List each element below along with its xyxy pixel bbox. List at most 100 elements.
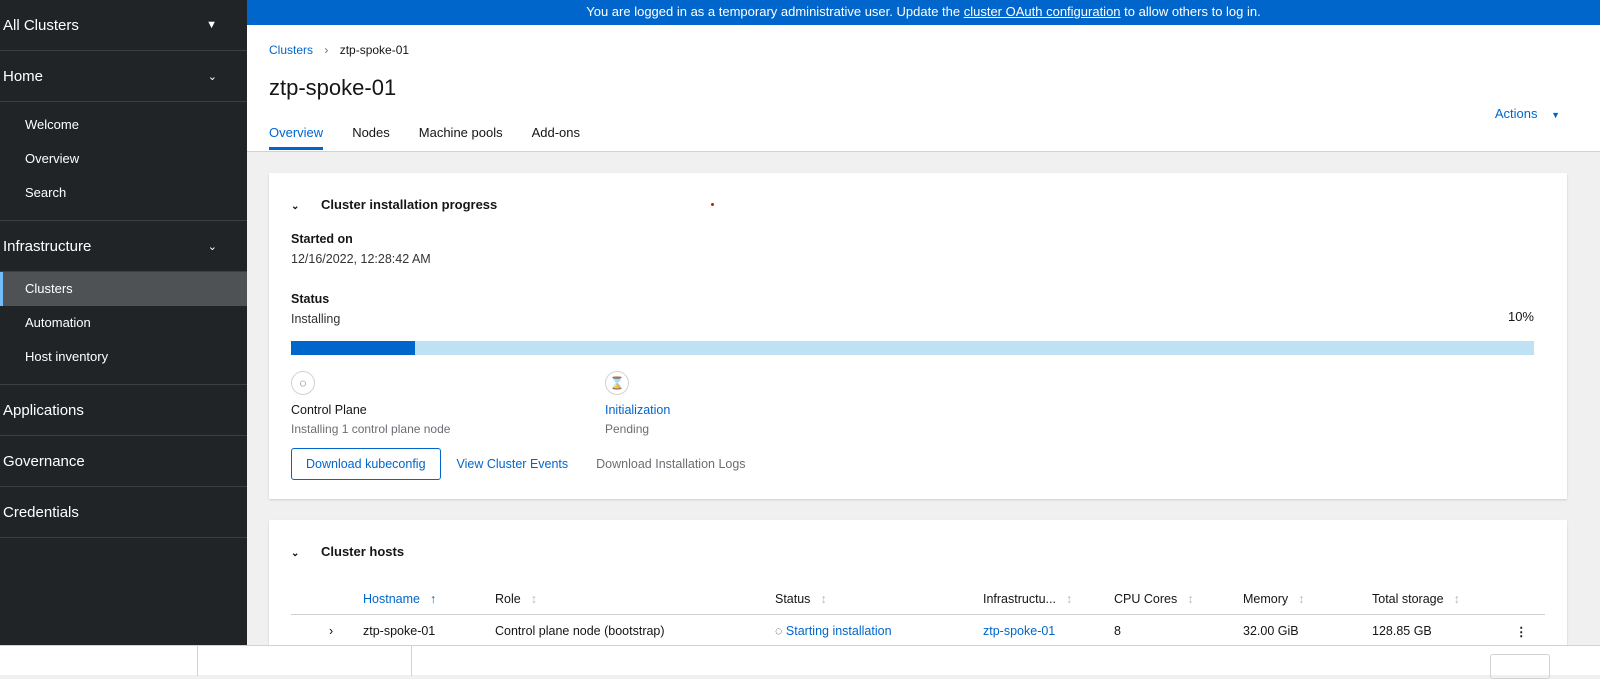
view-cluster-events-button[interactable]: View Cluster Events	[457, 457, 569, 471]
page-title: ztp-spoke-01	[269, 75, 397, 100]
breadcrumb-clusters[interactable]: Clusters	[269, 43, 313, 57]
sort-icon: ↕	[1065, 591, 1073, 606]
progress-percent: 10%	[1507, 309, 1534, 324]
step-control-plane: ◌ Control Plane Installing 1 control pla…	[291, 371, 450, 436]
started-label: Started on	[291, 232, 353, 246]
col-infrastructure[interactable]: Infrastructu... ↕	[983, 584, 1114, 615]
hosts-table: Hostname ↑ Role ↕ Status ↕ Infrastructu... ↕…	[291, 584, 1545, 648]
status-value: Installing	[291, 312, 341, 326]
cluster-hosts-card: ⌄ Cluster hosts Hostname ↑ Role ↕ Status ↕ I…	[269, 520, 1567, 660]
col-label: Memory	[1243, 591, 1289, 606]
col-cpu[interactable]: CPU Cores ↕	[1114, 584, 1243, 615]
caret-down-icon: ▼	[1551, 110, 1560, 120]
cell-storage: 128.85 GB	[1372, 624, 1432, 639]
breadcrumb: Clusters › ztp-spoke-01	[269, 43, 409, 57]
banner-text: to allow others to log in.	[1120, 4, 1261, 19]
hosts-toggle[interactable]: ⌄ Cluster hosts	[291, 544, 404, 559]
download-kubeconfig-button[interactable]: Download kubeconfig	[291, 448, 441, 480]
sidebar-section-governance[interactable]: Governance	[0, 436, 247, 487]
progress-bar-fill	[291, 341, 416, 355]
download-installation-logs-button[interactable]: Download Installation Logs	[596, 457, 745, 471]
cell-cpu: 8	[1114, 624, 1121, 639]
sidebar-section-applications[interactable]: Applications	[0, 385, 247, 436]
cluster-switcher[interactable]: All Clusters ▼	[0, 0, 247, 51]
sort-asc-icon: ↑	[429, 591, 437, 606]
divider	[197, 646, 198, 676]
col-label: CPU Cores	[1114, 591, 1178, 606]
cell-memory: 32.00 GiB	[1243, 624, 1299, 639]
step-name-link[interactable]: Initialization	[605, 403, 670, 417]
card-title: Cluster installation progress	[321, 197, 498, 212]
tab-machine-pools[interactable]: Machine pools	[419, 125, 503, 150]
divider	[411, 646, 412, 676]
col-status[interactable]: Status ↕	[775, 584, 983, 615]
section-label: Home	[3, 67, 44, 85]
oauth-config-link[interactable]: cluster OAuth configuration	[964, 4, 1121, 19]
chevron-down-icon: ⌄	[207, 70, 217, 83]
sidebar-section-home[interactable]: Home ⌄	[0, 51, 247, 102]
card-title: Cluster hosts	[321, 544, 405, 559]
in-progress-icon: ◌	[291, 371, 315, 395]
installation-progress-card: ⌄ Cluster installation progress Started o…	[269, 173, 1567, 499]
banner-text: You are logged in as a temporary adminis…	[586, 4, 964, 19]
progress-toggle[interactable]: ⌄ Cluster installation progress	[291, 197, 497, 212]
cell-role: Control plane node (bootstrap)	[495, 624, 665, 639]
kebab-menu-icon[interactable]: ⋮	[1515, 614, 1545, 648]
expand-row-icon[interactable]: ›	[291, 614, 363, 648]
marker-dot	[711, 203, 714, 206]
sidebar: All Clusters ▼ Home ⌄ Welcome Overview Sea…	[0, 0, 247, 645]
sidebar-item-welcome[interactable]: Welcome	[0, 108, 247, 142]
table-row: › ztp-spoke-01 Control plane node (boots…	[291, 614, 1545, 648]
chevron-down-icon: ⌄	[291, 548, 300, 559]
breadcrumb-separator-icon: ›	[324, 43, 329, 57]
sort-icon: ↕	[820, 591, 827, 606]
bottom-bar	[0, 645, 1600, 679]
tabs: Overview Nodes Machine pools Add-ons	[269, 125, 580, 150]
cell-infrastructure[interactable]: ztp-spoke-01	[983, 614, 1114, 648]
sidebar-item-host-inventory[interactable]: Host inventory	[0, 340, 247, 374]
cell-status[interactable]: ◌ Starting installation	[775, 614, 983, 648]
in-progress-icon: ◌	[775, 624, 786, 639]
col-label: Status	[775, 591, 811, 606]
col-label: Infrastructu...	[983, 591, 1056, 606]
cell-hostname: ztp-spoke-01	[363, 624, 436, 639]
sidebar-item-automation[interactable]: Automation	[0, 306, 247, 340]
col-role[interactable]: Role ↕	[495, 584, 775, 615]
col-label: Hostname	[363, 591, 420, 606]
col-label: Total storage	[1372, 591, 1444, 606]
col-hostname[interactable]: Hostname ↑	[363, 584, 495, 615]
started-value: 12/16/2022, 12:28:42 AM	[291, 252, 431, 266]
col-label: Role	[495, 591, 521, 606]
progress-bar	[291, 341, 1534, 355]
sort-icon: ↕	[1453, 591, 1460, 606]
sidebar-section-infrastructure[interactable]: Infrastructure ⌄	[0, 221, 247, 272]
section-label: Infrastructure	[3, 237, 92, 255]
actions-label: Actions	[1494, 106, 1538, 121]
status-label: Status	[291, 292, 330, 306]
step-sub: Pending	[605, 422, 650, 436]
col-memory[interactable]: Memory ↕	[1243, 584, 1372, 615]
bottom-control[interactable]	[1490, 654, 1550, 679]
sort-icon: ↕	[1298, 591, 1305, 606]
status-link[interactable]: Starting installation	[786, 624, 892, 638]
hourglass-icon: ⌛	[605, 371, 629, 395]
step-name: Control Plane	[291, 403, 367, 417]
col-storage[interactable]: Total storage ↕	[1372, 584, 1515, 615]
temp-admin-banner: You are logged in as a temporary adminis…	[247, 0, 1600, 25]
step-initialization: ⌛ Initialization Pending	[605, 371, 670, 436]
sidebar-item-clusters[interactable]: Clusters	[0, 272, 247, 306]
tab-add-ons[interactable]: Add-ons	[532, 125, 580, 150]
chevron-down-icon: ⌄	[207, 240, 217, 253]
sort-icon: ↕	[1187, 591, 1194, 606]
sidebar-item-search[interactable]: Search	[0, 176, 247, 210]
cluster-switcher-label: All Clusters	[3, 16, 79, 34]
caret-down-icon: ▼	[206, 19, 217, 31]
tab-overview[interactable]: Overview	[269, 125, 324, 150]
actions-dropdown[interactable]: Actions ▼	[1495, 106, 1560, 121]
sidebar-item-overview[interactable]: Overview	[0, 142, 247, 176]
sidebar-section-credentials[interactable]: Credentials	[0, 487, 247, 538]
page-header: Clusters › ztp-spoke-01 ztp-spoke-01 Act…	[247, 25, 1600, 152]
sort-icon: ↕	[530, 591, 537, 606]
breadcrumb-current: ztp-spoke-01	[339, 43, 410, 57]
tab-nodes[interactable]: Nodes	[352, 125, 390, 150]
